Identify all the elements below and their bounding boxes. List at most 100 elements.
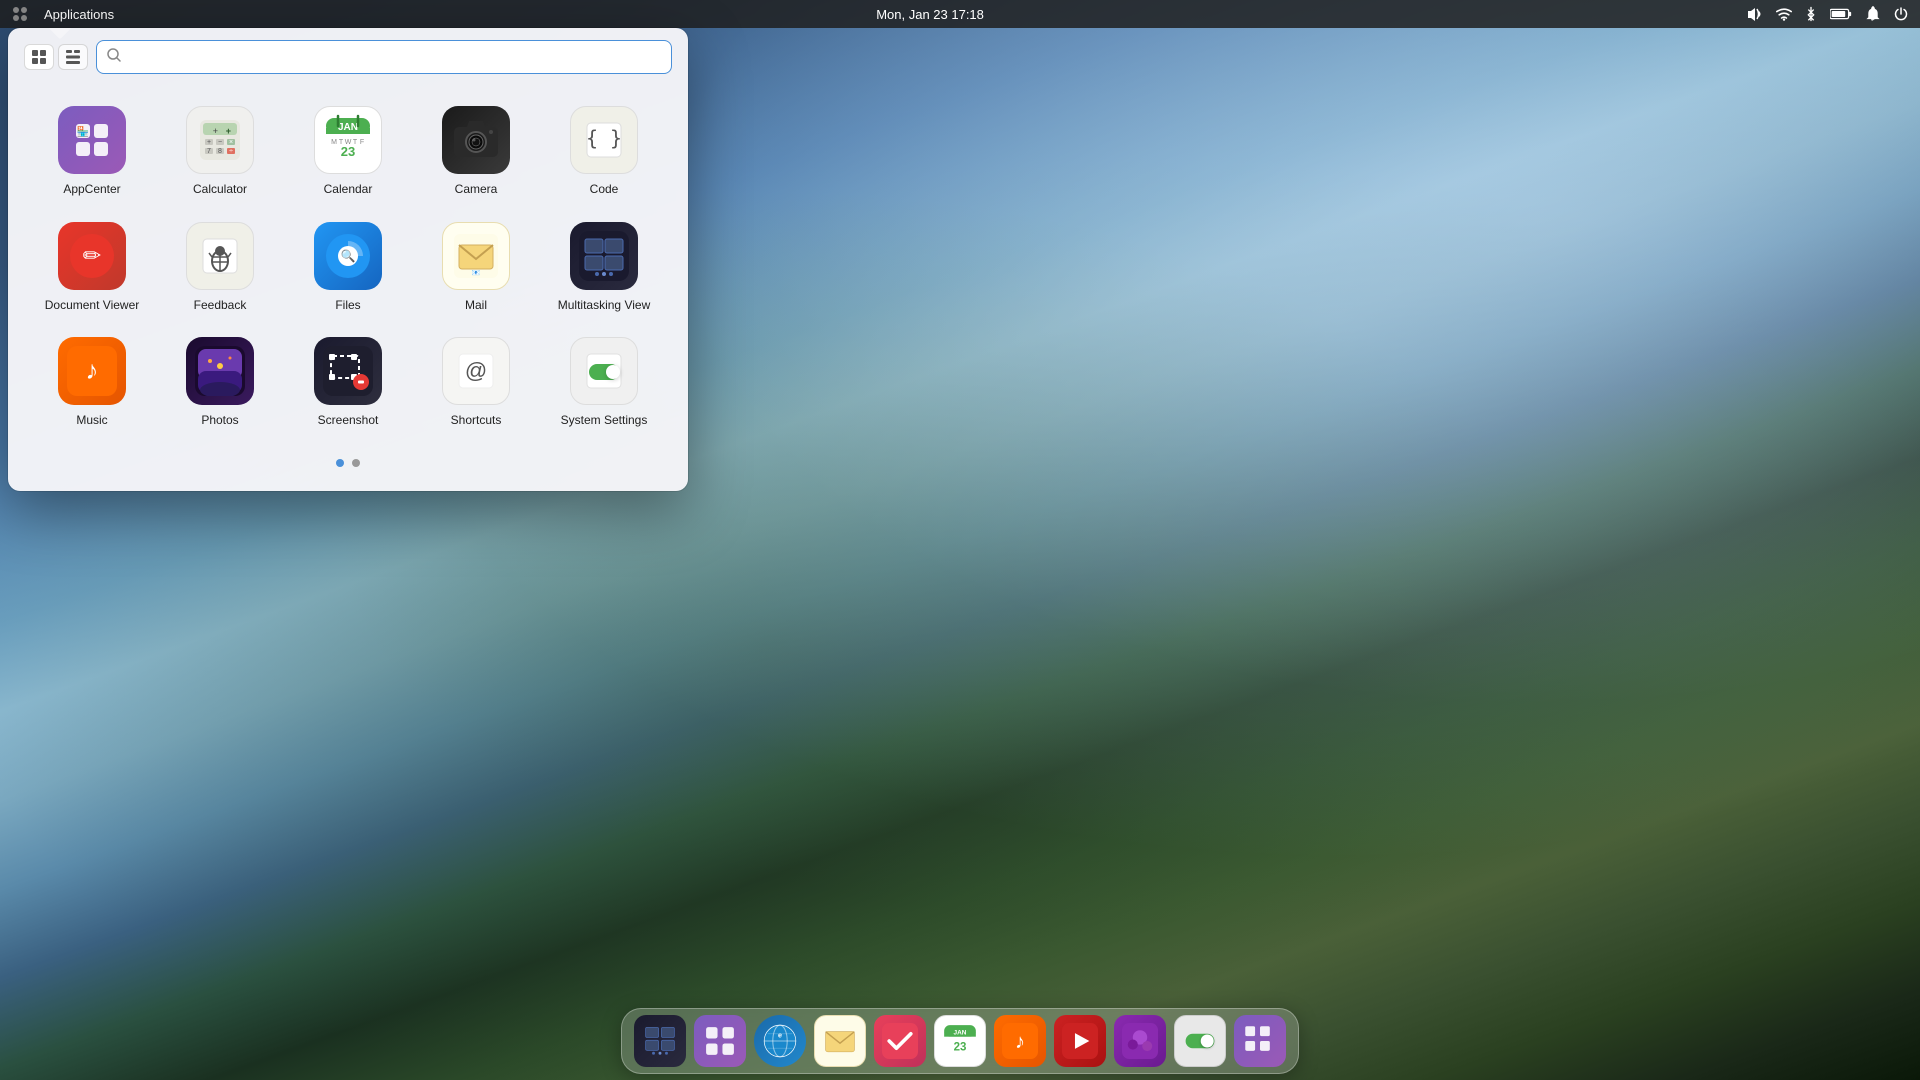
app-item-calendar[interactable]: JAN M T W T F 23 Calendar [284, 92, 412, 208]
notification-icon[interactable] [1866, 6, 1880, 22]
multitasking-icon [570, 222, 638, 290]
search-bar[interactable] [96, 40, 672, 74]
dock-item-appcenter[interactable] [694, 1015, 746, 1067]
code-icon: { } [570, 106, 638, 174]
feedback-icon [186, 222, 254, 290]
dock-item-tasks[interactable] [874, 1015, 926, 1067]
launcher-header [8, 28, 688, 82]
code-label: Code [590, 182, 619, 198]
app-item-document-viewer[interactable]: ✏ Document Viewer [28, 208, 156, 324]
music-label: Music [76, 413, 107, 429]
dock-item-browser[interactable]: e [754, 1015, 806, 1067]
svg-text:+: + [213, 126, 218, 136]
svg-text:M: M [331, 139, 337, 146]
menubar: Applications Mon, Jan 23 17:18 [0, 0, 1920, 28]
battery-icon [1830, 8, 1852, 20]
camera-label: Camera [455, 182, 498, 198]
photos-label: Photos [201, 413, 238, 429]
dock-item-photos[interactable] [1114, 1015, 1166, 1067]
files-icon: 🔍 [314, 222, 382, 290]
power-icon[interactable] [1894, 7, 1908, 21]
svg-text:♪: ♪ [1015, 1031, 1025, 1053]
app-launcher: 🏪 AppCenter + + [8, 28, 688, 491]
document-viewer-label: Document Viewer [45, 298, 140, 314]
system-settings-label: System Settings [561, 413, 648, 429]
search-icon [107, 48, 121, 66]
camera-icon [442, 106, 510, 174]
menubar-right [1746, 6, 1908, 22]
svg-text:JAN: JAN [338, 122, 358, 133]
svg-text:✏: ✏ [83, 243, 102, 268]
screenshot-icon [314, 337, 382, 405]
svg-text:23: 23 [954, 1041, 967, 1053]
apps-grid: 🏪 AppCenter + + [8, 82, 688, 449]
menubar-left: Applications [12, 6, 114, 22]
dock-item-store[interactable] [1234, 1015, 1286, 1067]
app-item-multitasking[interactable]: Multitasking View [540, 208, 668, 324]
multitasking-label: Multitasking View [558, 298, 650, 314]
view-toggle [24, 44, 88, 70]
svg-text:−: − [218, 139, 222, 146]
app-item-screenshot[interactable]: Screenshot [284, 323, 412, 439]
svg-text:7: 7 [207, 148, 211, 155]
music-icon: ♪ [58, 337, 126, 405]
files-label: Files [335, 298, 360, 314]
dock-item-mail[interactable] [814, 1015, 866, 1067]
calendar-icon: JAN M T W T F 23 [314, 106, 382, 174]
svg-text:+: + [226, 126, 231, 136]
list-view-button[interactable] [58, 44, 88, 70]
dock-item-calendar[interactable]: JAN 23 [934, 1015, 986, 1067]
dock-item-music[interactable]: ♪ [994, 1015, 1046, 1067]
menubar-app-name[interactable]: Applications [44, 7, 114, 22]
svg-text:JAN: JAN [954, 1030, 967, 1037]
appcenter-label: AppCenter [63, 182, 120, 198]
app-item-music[interactable]: ♪ Music [28, 323, 156, 439]
mail-icon: 📧 [442, 222, 510, 290]
document-viewer-icon: ✏ [58, 222, 126, 290]
svg-text:📧: 📧 [472, 269, 481, 277]
app-item-photos[interactable]: Photos [156, 323, 284, 439]
appcenter-icon: 🏪 [58, 106, 126, 174]
app-item-system-settings[interactable]: System Settings [540, 323, 668, 439]
svg-text:8: 8 [218, 148, 222, 155]
dock-item-multitasking[interactable] [634, 1015, 686, 1067]
svg-text:🔍: 🔍 [341, 248, 356, 263]
volume-icon [1746, 7, 1762, 21]
app-item-mail[interactable]: 📧 Mail [412, 208, 540, 324]
page-dot-2[interactable] [352, 459, 360, 467]
app-item-shortcuts[interactable]: @ Shortcuts [412, 323, 540, 439]
grid-view-button[interactable] [24, 44, 54, 70]
app-item-code[interactable]: { } Code [540, 92, 668, 208]
app-item-feedback[interactable]: Feedback [156, 208, 284, 324]
mail-label: Mail [465, 298, 487, 314]
system-settings-icon [570, 337, 638, 405]
svg-text:{ }: { } [586, 126, 622, 150]
svg-text:F: F [360, 139, 364, 146]
svg-text:23: 23 [341, 144, 355, 159]
svg-text:🏪: 🏪 [77, 125, 89, 138]
desktop: Applications Mon, Jan 23 17:18 [0, 0, 1920, 1080]
shortcuts-label: Shortcuts [451, 413, 502, 429]
svg-text:×: × [229, 139, 233, 146]
page-indicators [8, 449, 688, 471]
app-item-appcenter[interactable]: 🏪 AppCenter [28, 92, 156, 208]
svg-text:÷: ÷ [229, 148, 233, 155]
calculator-icon: + + + − × 7 8 ÷ [186, 106, 254, 174]
search-input[interactable] [127, 49, 661, 65]
dock-item-settings[interactable] [1174, 1015, 1226, 1067]
svg-text:@: @ [465, 358, 487, 383]
app-item-calculator[interactable]: + + + − × 7 8 ÷ [156, 92, 284, 208]
wifi-icon [1776, 7, 1792, 21]
bluetooth-icon [1806, 6, 1816, 22]
app-menu-icon [12, 6, 28, 22]
svg-text:♪: ♪ [86, 355, 99, 385]
app-item-files[interactable]: 🔍 Files [284, 208, 412, 324]
calculator-label: Calculator [193, 182, 247, 198]
page-dot-1[interactable] [336, 459, 344, 467]
dock-item-videos[interactable] [1054, 1015, 1106, 1067]
calendar-label: Calendar [324, 182, 373, 198]
feedback-label: Feedback [194, 298, 247, 314]
dock: e JAN 23 [621, 1008, 1299, 1074]
menubar-datetime: Mon, Jan 23 17:18 [114, 7, 1746, 22]
app-item-camera[interactable]: Camera [412, 92, 540, 208]
